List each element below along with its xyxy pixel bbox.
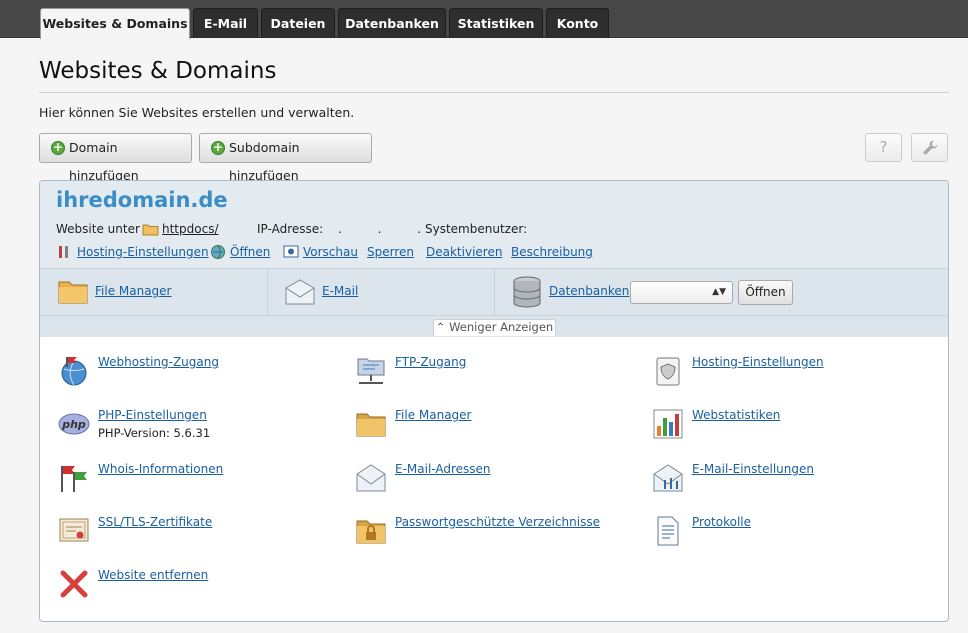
domain-panel: ihredomain.de Website unter httpdocs/ IP…: [39, 180, 949, 622]
domain-header: ihredomain.de Website unter httpdocs/ IP…: [40, 181, 948, 269]
page-title: Websites & Domains: [39, 58, 277, 84]
wrench-icon: [922, 140, 938, 155]
main-tab-bar: Websites & Domains E-Mail Dateien Datenb…: [0, 0, 968, 39]
hosting-settings-link[interactable]: Hosting-Einstellungen: [77, 245, 209, 259]
add-subdomain-button[interactable]: + Subdomain hinzufügen: [199, 133, 372, 183]
file-manager-link[interactable]: File Manager: [395, 408, 472, 422]
flags-icon: [61, 466, 87, 492]
ip-value: . . .: [338, 222, 438, 236]
certificate-icon: [59, 518, 89, 542]
add-subdomain-label: Subdomain hinzufügen: [229, 140, 300, 183]
select-arrows-icon: ▲▼: [712, 287, 726, 297]
open-globe-icon: [211, 245, 225, 259]
webhosting-globe-icon: [61, 357, 87, 386]
help-button[interactable]: ?: [865, 133, 902, 162]
folder-icon: [142, 224, 159, 236]
ftp-link[interactable]: FTP-Zugang: [395, 355, 466, 369]
chevron-up-icon: ⌃: [435, 320, 450, 334]
docroot-link[interactable]: httpdocs/: [162, 222, 218, 236]
page-intro: Hier können Sie Websites erstellen und v…: [39, 105, 355, 120]
hosting-settings-icon: [59, 246, 68, 258]
php-version-text: PHP-Version: 5.6.31: [98, 426, 211, 440]
php-settings-link[interactable]: PHP-Einstellungen: [98, 408, 207, 422]
document-icon: [657, 516, 679, 546]
quick-access-bar: File Manager E-Mail Datenbanken ▲▼ Öffne…: [40, 269, 948, 316]
quick-separator: [494, 269, 495, 315]
preview-link[interactable]: Vorschau: [303, 245, 358, 259]
domain-name: ihredomain.de: [56, 188, 228, 212]
add-domain-button[interactable]: + Domain hinzufügen: [39, 133, 192, 183]
envelope-icon: [356, 464, 386, 492]
bar-chart-icon: [653, 409, 683, 439]
tab-datenbanken[interactable]: Datenbanken: [338, 8, 446, 38]
ftp-folder-icon: [357, 358, 385, 384]
quick-file-manager-link[interactable]: File Manager: [95, 284, 172, 298]
php-icon: php: [58, 413, 90, 435]
folder-icon: [356, 413, 386, 437]
database-icon: [513, 276, 541, 308]
website-under-label: Website unter: [56, 222, 140, 236]
quick-databases-link[interactable]: Datenbanken: [549, 284, 629, 298]
email-settings-link[interactable]: E-Mail-Einstellungen: [692, 462, 814, 476]
deactivate-link[interactable]: Deaktivieren: [426, 245, 502, 259]
show-less-toggle[interactable]: ⌃ Weniger Anzeigen: [433, 319, 556, 336]
settings-button[interactable]: [911, 133, 948, 162]
title-divider: [39, 92, 949, 93]
show-less-label: Weniger Anzeigen: [449, 320, 554, 334]
remove-x-icon: [60, 570, 88, 598]
database-select[interactable]: ▲▼: [630, 281, 733, 304]
email-settings-icon: [653, 464, 683, 492]
open-site-link[interactable]: Öffnen: [230, 245, 270, 259]
suspend-link[interactable]: Sperren: [367, 245, 414, 259]
plus-icon: +: [51, 140, 65, 155]
email-addresses-link[interactable]: E-Mail-Adressen: [395, 462, 491, 476]
svg-text:php: php: [61, 418, 86, 431]
webstats-link[interactable]: Webstatistiken: [692, 408, 780, 422]
hosting-settings-item-link[interactable]: Hosting-Einstellungen: [692, 355, 824, 369]
description-link[interactable]: Beschreibung: [511, 245, 593, 259]
sysuser-label: Systembenutzer:: [425, 222, 528, 236]
add-domain-label: Domain hinzufügen: [69, 140, 139, 183]
remove-site-link[interactable]: Website entfernen: [98, 568, 208, 582]
locked-folder-icon: [356, 520, 386, 544]
tab-dateien[interactable]: Dateien: [261, 8, 335, 38]
whois-link[interactable]: Whois-Informationen: [98, 462, 223, 476]
quick-email-link[interactable]: E-Mail: [322, 284, 358, 298]
tab-email[interactable]: E-Mail: [193, 8, 258, 38]
help-icon: ?: [879, 138, 888, 156]
database-open-button[interactable]: Öffnen: [738, 280, 793, 305]
tab-websites-domains[interactable]: Websites & Domains: [40, 8, 190, 39]
scroll-shield-icon: [656, 357, 680, 386]
logs-link[interactable]: Protokolle: [692, 515, 751, 529]
tab-konto[interactable]: Konto: [546, 8, 609, 38]
ssl-link[interactable]: SSL/TLS-Zertifikate: [98, 515, 212, 529]
ip-label: IP-Adresse:: [257, 222, 324, 236]
file-manager-folder-icon: [58, 281, 88, 304]
protected-dirs-link[interactable]: Passwortgeschützte Verzeichnisse: [395, 515, 600, 529]
preview-icon: [283, 245, 299, 258]
quick-separator: [267, 269, 268, 315]
plus-icon: +: [211, 140, 225, 155]
tab-statistiken[interactable]: Statistiken: [449, 8, 543, 38]
envelope-icon: [285, 279, 315, 305]
webhosting-link[interactable]: Webhosting-Zugang: [98, 355, 219, 369]
